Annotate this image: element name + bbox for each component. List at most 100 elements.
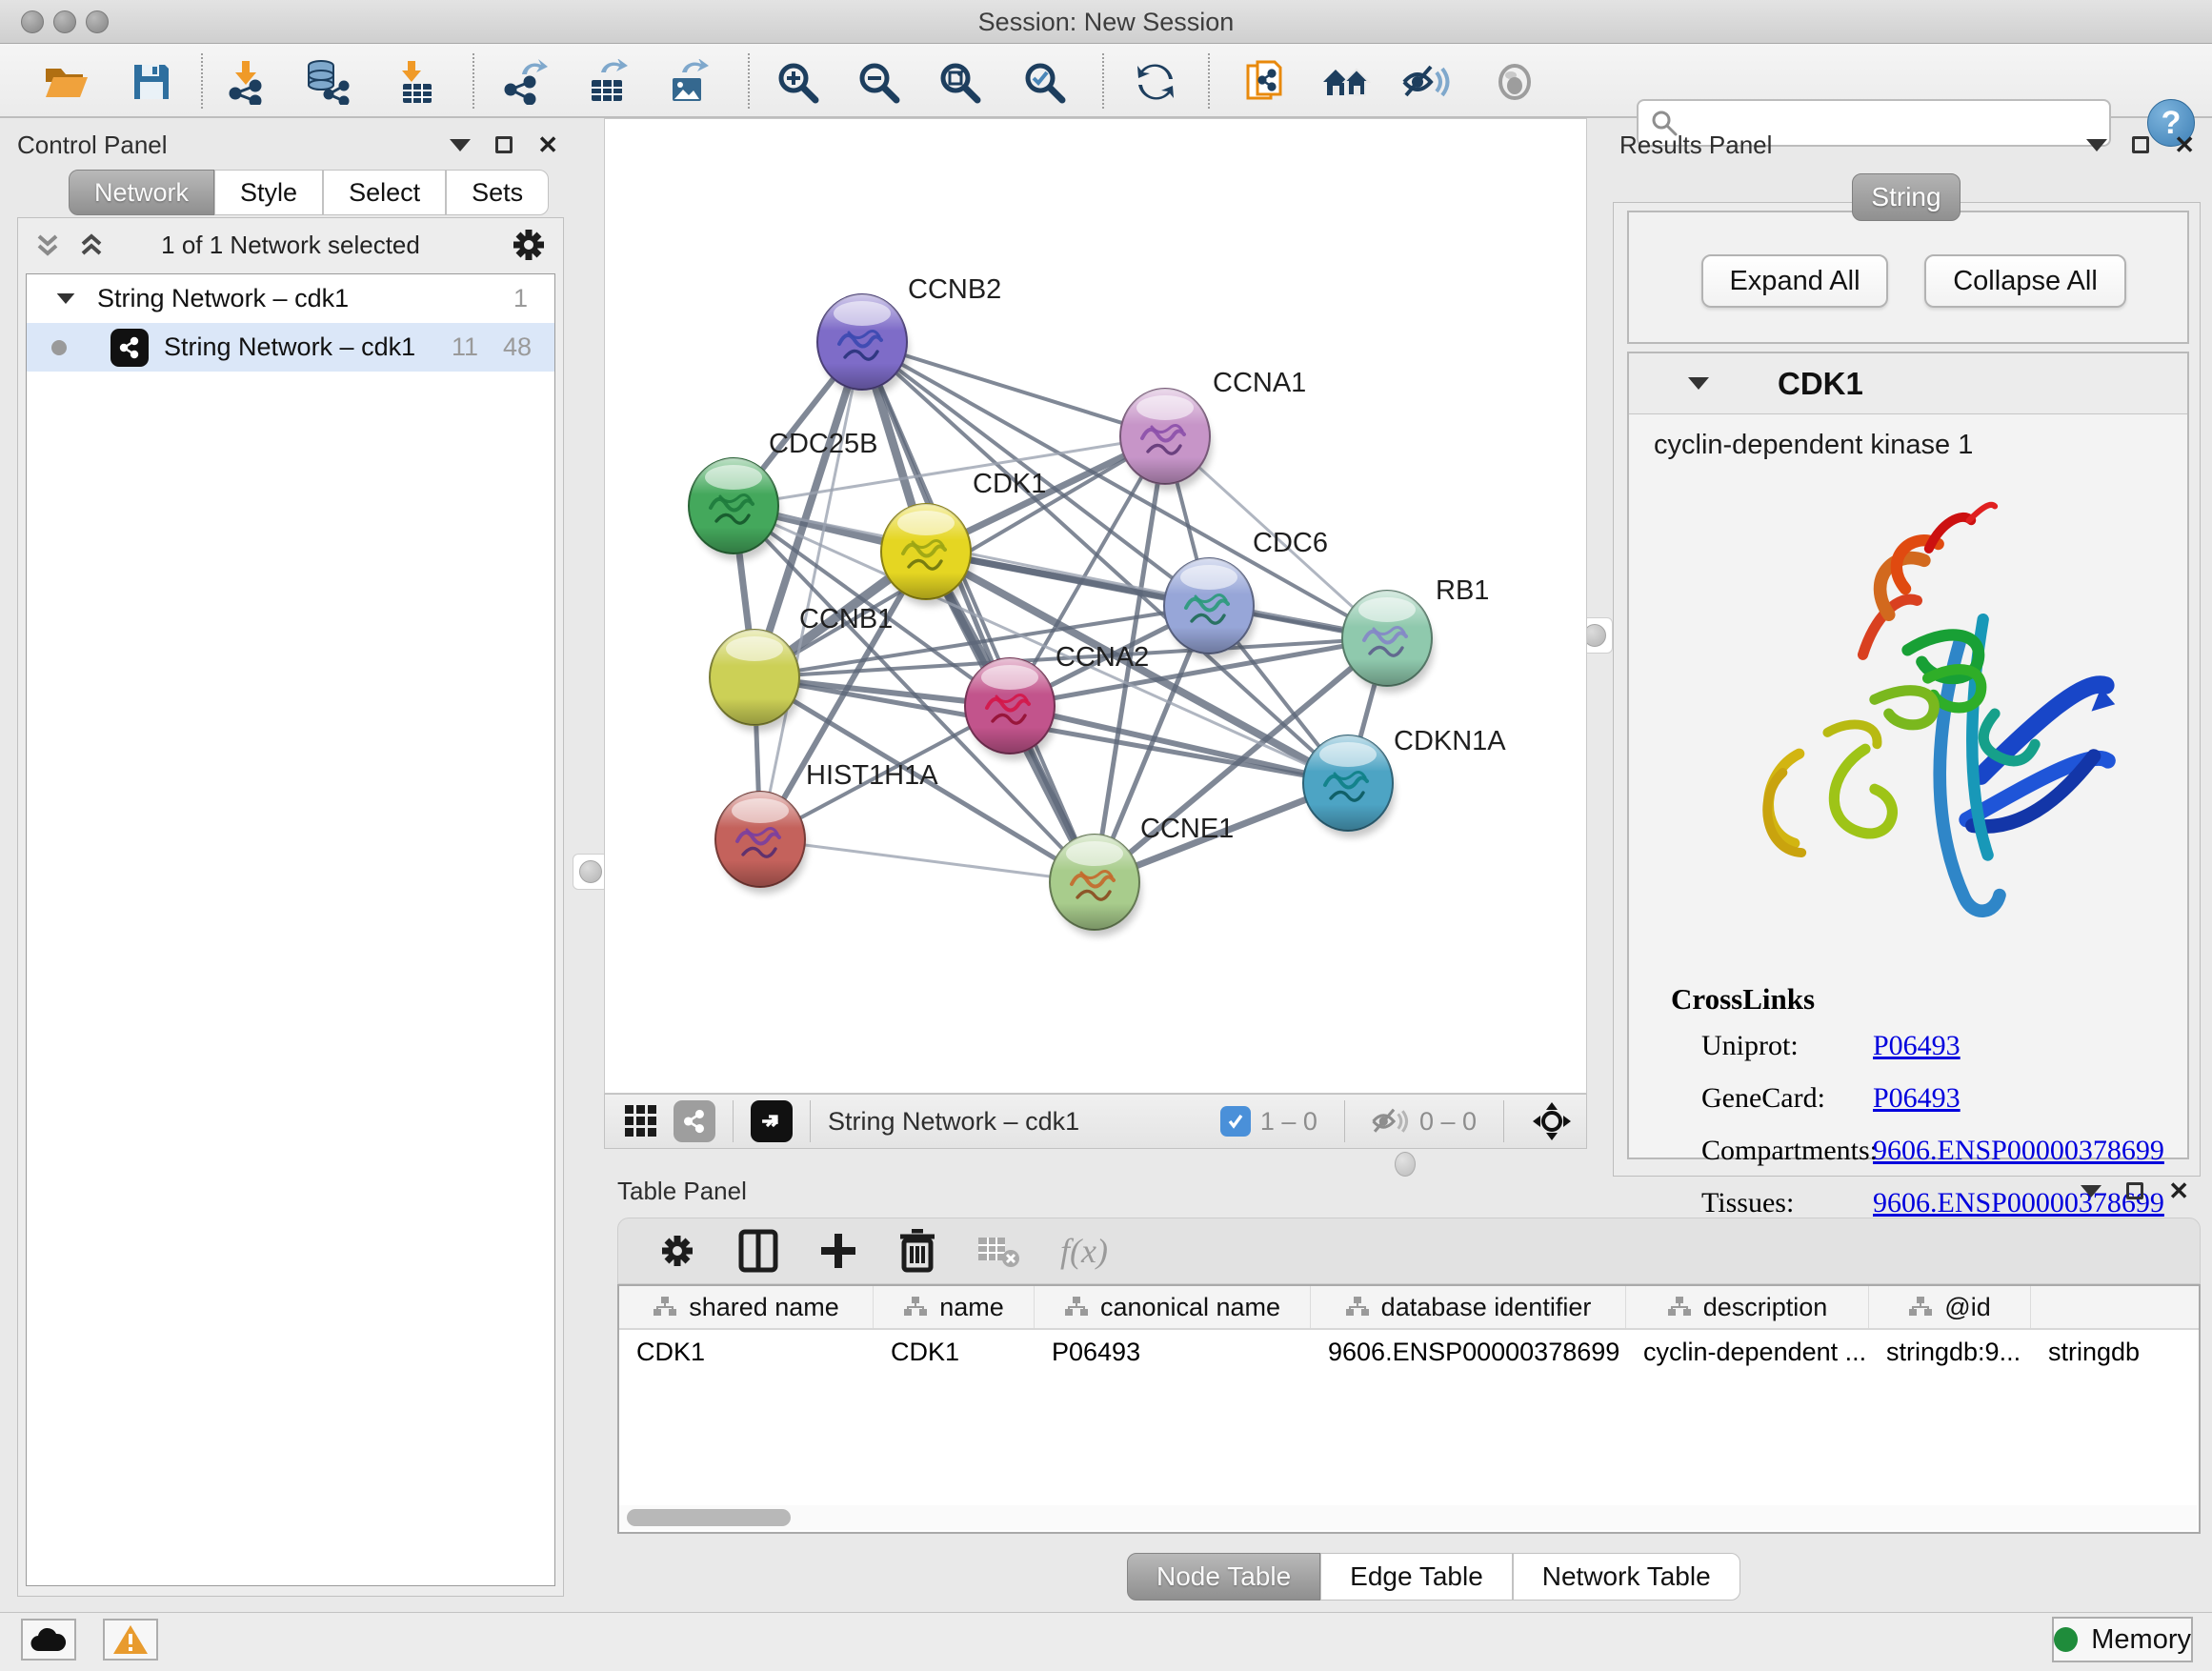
gene-section-header[interactable]: CDK1: [1629, 353, 2187, 414]
table-row[interactable]: CDK1CDK1P064939606.ENSP00000378699cyclin…: [619, 1330, 2199, 1374]
close-panel-icon[interactable]: ✕: [2168, 1178, 2189, 1203]
table-cell[interactable]: 9606.ENSP00000378699: [1311, 1330, 1626, 1374]
tab-style[interactable]: Style: [214, 170, 323, 215]
float-panel-icon[interactable]: [495, 136, 513, 153]
node-CDK1[interactable]: [881, 504, 973, 606]
close-panel-icon[interactable]: ✕: [537, 132, 558, 157]
column-header-description[interactable]: description: [1626, 1286, 1869, 1328]
crosslinks-title: CrossLinks: [1671, 982, 2187, 1017]
tab-network-table[interactable]: Network Table: [1513, 1553, 1740, 1601]
show-hide-button[interactable]: [1488, 55, 1541, 109]
clone-network-button[interactable]: [1238, 55, 1292, 109]
birds-eye-view-icon[interactable]: [1531, 1100, 1573, 1142]
collapse-gene-icon[interactable]: [1688, 377, 1709, 390]
column-header--id[interactable]: @id: [1869, 1286, 2031, 1328]
node-HIST1H1A[interactable]: [715, 792, 807, 894]
export-table-button[interactable]: [580, 55, 633, 109]
edge-CCNB2-CCNE1[interactable]: [862, 342, 1095, 882]
zoom-in-button[interactable]: [771, 55, 824, 109]
save-session-button[interactable]: [125, 55, 178, 109]
selected-nodes-checkbox[interactable]: [1220, 1106, 1251, 1137]
collapse-collection-icon[interactable]: [57, 293, 75, 304]
table-cell[interactable]: cyclin-dependent ...: [1626, 1330, 1869, 1374]
memory-button[interactable]: Memory: [2052, 1617, 2193, 1662]
table-horizontal-scrollbar[interactable]: [619, 1505, 2197, 1530]
import-network-from-database-button[interactable]: [301, 55, 354, 109]
selected-node-edge-counts: 1 – 0: [1260, 1107, 1317, 1137]
node-CCNA2[interactable]: [965, 658, 1056, 760]
tab-select[interactable]: Select: [323, 170, 446, 215]
expand-all-button[interactable]: Expand All: [1701, 254, 1888, 308]
import-table-from-file-button[interactable]: [386, 55, 439, 109]
node-CCNB1[interactable]: [710, 630, 801, 732]
tab-node-table[interactable]: Node Table: [1127, 1553, 1320, 1601]
results-panel-title: Results Panel: [1619, 131, 1772, 160]
import-network-from-file-button[interactable]: [220, 55, 273, 109]
column-header-name[interactable]: name: [874, 1286, 1035, 1328]
float-panel-icon[interactable]: [2126, 1182, 2143, 1199]
column-header-namespace[interactable]: namespace: [2031, 1286, 2201, 1328]
zoom-fit-button[interactable]: [933, 55, 986, 109]
refresh-button[interactable]: [1129, 55, 1182, 109]
delete-column-icon[interactable]: [898, 1229, 936, 1273]
grid-view-icon[interactable]: [620, 1100, 662, 1142]
crosslink-label: GeneCard:: [1701, 1082, 1873, 1115]
tab-sets[interactable]: Sets: [446, 170, 549, 215]
hide-glass-panel-button[interactable]: [1400, 55, 1454, 109]
panel-menu-icon[interactable]: [2086, 139, 2107, 151]
table-cell[interactable]: CDK1: [619, 1330, 874, 1374]
export-image-button[interactable]: [661, 55, 714, 109]
tab-string[interactable]: String: [1852, 173, 1961, 221]
network-view-canvas[interactable]: CCNB2CCNA1CDC25BCDK1CDC6RB1CCNB1CCNA2CDK…: [604, 118, 1587, 1094]
collapse-all-button[interactable]: Collapse All: [1924, 254, 2126, 308]
panel-menu-icon[interactable]: [450, 139, 471, 151]
gear-icon[interactable]: [508, 224, 550, 266]
node-label-CCNA1: CCNA1: [1213, 368, 1306, 398]
open-session-button[interactable]: [40, 55, 93, 109]
table-cell[interactable]: stringdb:9...: [1869, 1330, 2031, 1374]
float-panel-icon[interactable]: [2132, 136, 2149, 153]
export-network-button[interactable]: [499, 55, 553, 109]
node-CCNA1[interactable]: [1120, 389, 1212, 491]
column-header-canonical-name[interactable]: canonical name: [1035, 1286, 1311, 1328]
function-builder-button[interactable]: f(x): [1060, 1231, 1108, 1271]
delete-table-icon[interactable]: [976, 1234, 1020, 1268]
crosslink-value-link[interactable]: P06493: [1873, 1082, 1961, 1115]
close-panel-icon[interactable]: ✕: [2174, 132, 2195, 157]
detach-view-icon[interactable]: [751, 1100, 793, 1142]
tab-network[interactable]: Network: [69, 170, 214, 215]
zoom-selected-button[interactable]: [1017, 55, 1071, 109]
table-cell[interactable]: CDK1: [874, 1330, 1035, 1374]
node-label-CCNB1: CCNB1: [799, 604, 893, 634]
tab-edge-table[interactable]: Edge Table: [1320, 1553, 1513, 1601]
panel-menu-icon[interactable]: [2081, 1185, 2101, 1198]
zoom-selected-icon: [1022, 60, 1066, 104]
column-header-shared-name[interactable]: shared name: [619, 1286, 874, 1328]
show-columns-icon[interactable]: [738, 1229, 778, 1273]
warnings-button[interactable]: [103, 1619, 158, 1661]
network-collection-row[interactable]: String Network – cdk1 1: [27, 274, 554, 323]
node-CDKN1A[interactable]: [1303, 735, 1395, 837]
table-settings-gear-icon[interactable]: [656, 1230, 698, 1272]
node-RB1[interactable]: [1342, 591, 1434, 693]
add-column-icon[interactable]: [818, 1231, 858, 1271]
node-CDC25B[interactable]: [689, 458, 780, 560]
toolbar-separator: [1208, 53, 1210, 109]
scrollbar-thumb[interactable]: [627, 1509, 791, 1526]
home-button[interactable]: [1319, 55, 1373, 109]
cloud-icon: [30, 1626, 68, 1653]
crosslink-value-link[interactable]: P06493: [1873, 1030, 1961, 1062]
node-CCNE1[interactable]: [1050, 835, 1141, 936]
node-CDC6[interactable]: [1164, 558, 1256, 660]
network-view-mode-icon[interactable]: [674, 1100, 715, 1142]
zoom-out-button[interactable]: [852, 55, 905, 109]
table-cell[interactable]: P06493: [1035, 1330, 1311, 1374]
network-row[interactable]: String Network – cdk1 11 48: [27, 323, 554, 372]
crosslink-value-link[interactable]: 9606.ENSP00000378699: [1873, 1135, 2164, 1167]
network-view-title: String Network – cdk1: [828, 1107, 1079, 1137]
column-header-label: name: [939, 1293, 1004, 1322]
table-cell[interactable]: stringdb: [2031, 1330, 2201, 1374]
edge-CCNE1-HIST1H1A[interactable]: [760, 839, 1095, 882]
column-header-database-identifier[interactable]: database identifier: [1311, 1286, 1626, 1328]
cloud-status-button[interactable]: [21, 1619, 76, 1661]
